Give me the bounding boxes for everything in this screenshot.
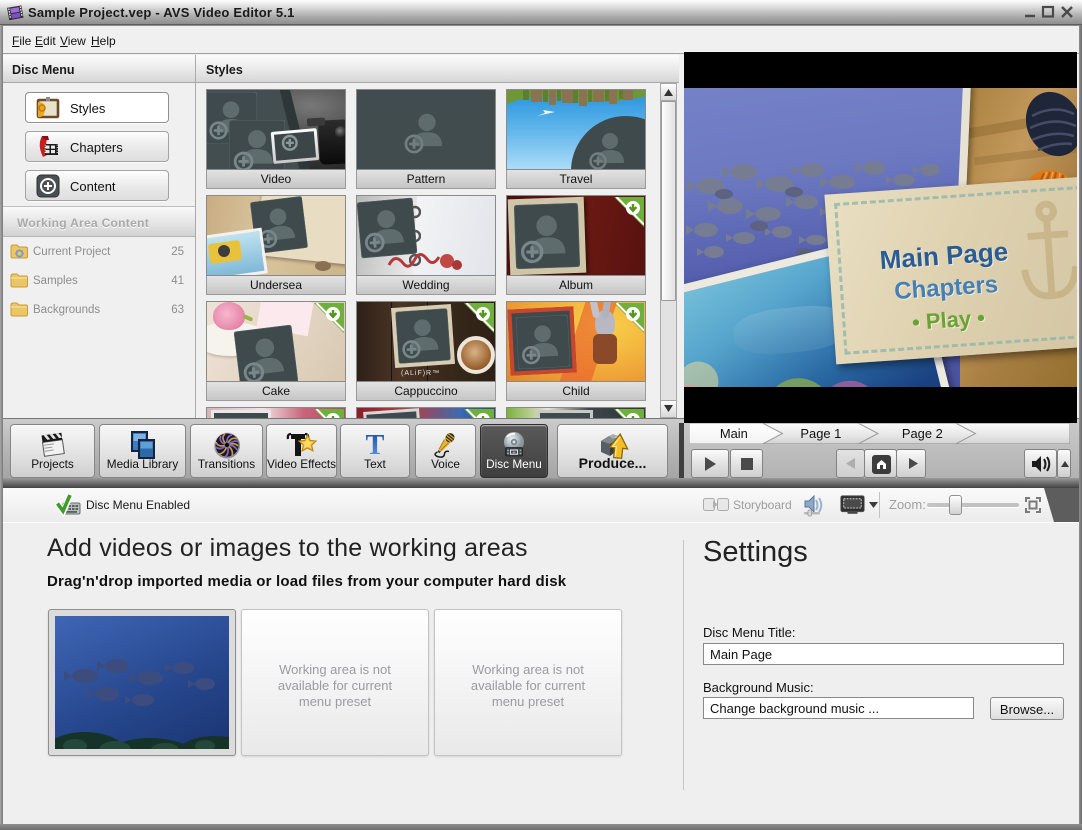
svg-text:T: T [366,431,385,459]
svg-text:Main: Main [720,426,748,441]
svg-text:Page 2: Page 2 [902,426,943,441]
svg-text:Page 1: Page 1 [800,426,841,441]
